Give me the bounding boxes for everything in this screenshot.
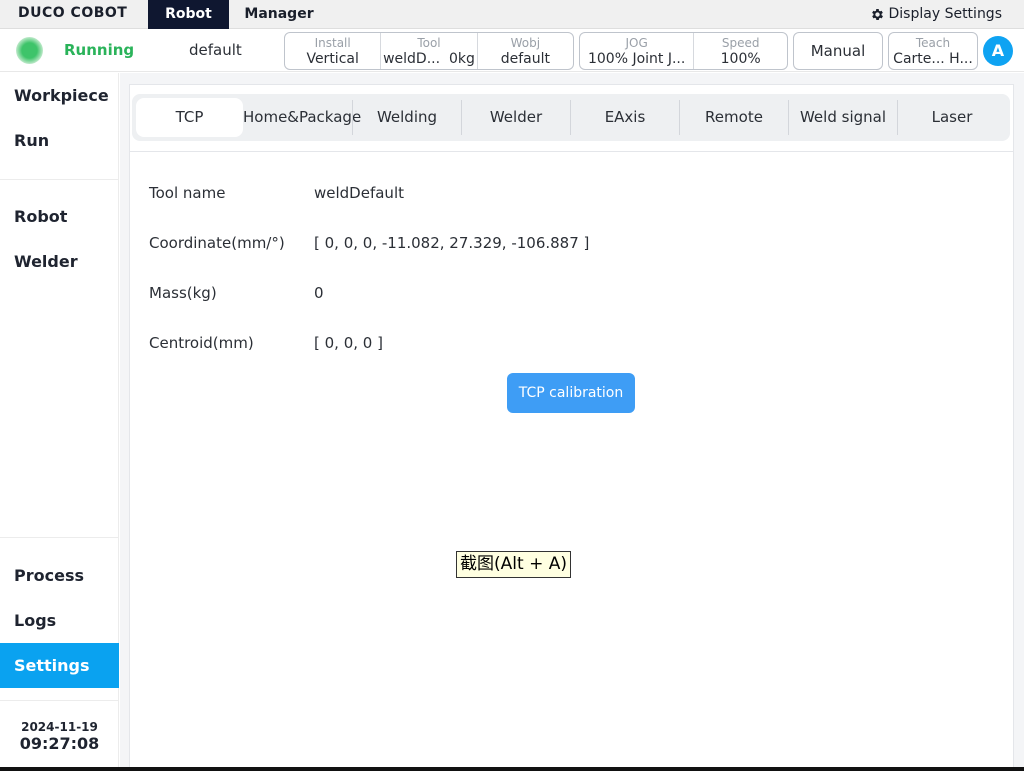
tab-welding[interactable]: Welding [353, 98, 461, 137]
tool-name-label: Tool name [149, 184, 226, 202]
jog-cell[interactable]: JOG 100% Joint J... [580, 33, 693, 69]
centroid-label: Centroid(mm) [149, 334, 254, 352]
project-name: default [189, 41, 242, 59]
tab-remote[interactable]: Remote [680, 98, 788, 137]
sidebar-item-robot[interactable]: Robot [0, 194, 119, 239]
current-date: 2024-11-19 [21, 720, 98, 734]
display-settings-button[interactable]: Display Settings [870, 6, 1002, 22]
gear-icon [871, 8, 883, 20]
current-time: 09:27:08 [19, 734, 100, 753]
sidebar-item-logs[interactable]: Logs [0, 598, 119, 643]
teach-box[interactable]: Teach Carte... H... [888, 32, 978, 70]
sidebar-item-welder[interactable]: Welder [0, 239, 119, 284]
coordinate-value: [ 0, 0, 0, -11.082, 27.329, -106.887 ] [314, 234, 590, 252]
speed-cell[interactable]: Speed 100% [693, 33, 787, 69]
tool-value: weldD... 0kg [381, 50, 476, 68]
jog-value: 100% Joint J... [587, 51, 686, 67]
status-indicator-icon [16, 37, 43, 64]
mass-value: 0 [314, 284, 324, 302]
coordinate-label: Coordinate(mm/°) [149, 234, 285, 252]
top-bar: DUCO COBOT Robot Manager Display Setting… [0, 0, 1024, 29]
tool-caption: Tool [417, 36, 441, 50]
sidebar-item-settings[interactable]: Settings [0, 643, 119, 688]
mass-label: Mass(kg) [149, 284, 217, 302]
tab-eaxis[interactable]: EAxis [571, 98, 679, 137]
tool-cell[interactable]: Tool weldD... 0kg [380, 33, 476, 69]
teach-caption: Teach [915, 36, 951, 50]
tcp-calibration-button[interactable]: TCP calibration [507, 373, 635, 413]
screenshot-tooltip: 截图(Alt + A) [456, 551, 571, 578]
sidebar-item-process[interactable]: Process [0, 553, 119, 598]
speed-value: 100% [720, 51, 761, 67]
tab-laser[interactable]: Laser [898, 98, 1006, 137]
sidebar-item-workpiece[interactable]: Workpiece [0, 73, 119, 118]
tab-bar-divider [129, 151, 1014, 152]
settings-panel [129, 84, 1014, 771]
wobj-caption: Wobj [510, 36, 541, 50]
robot-state: Running [64, 41, 135, 59]
install-caption: Install [314, 36, 351, 50]
tool-name: weldD... [383, 51, 441, 67]
mode-button[interactable]: Manual [793, 32, 883, 70]
tab-home-package[interactable]: Home&Package [243, 98, 361, 137]
tool-mass: 0kg [448, 51, 475, 67]
teach-cell[interactable]: Teach Carte... H... [889, 33, 977, 69]
speed-caption: Speed [721, 36, 760, 50]
sidebar-divider [0, 179, 119, 180]
tab-manager[interactable]: Manager [229, 0, 329, 29]
install-cell[interactable]: Install Vertical [285, 33, 380, 69]
bottom-border [0, 767, 1024, 771]
tab-welder[interactable]: Welder [462, 98, 570, 137]
sidebar-divider [0, 537, 119, 538]
sidebar-item-run[interactable]: Run [0, 118, 119, 163]
jog-speed-box[interactable]: JOG 100% Joint J... Speed 100% [579, 32, 788, 70]
wobj-cell[interactable]: Wobj default [476, 33, 573, 69]
install-tool-wobj-box[interactable]: Install Vertical Tool weldD... 0kg Wobj … [284, 32, 574, 70]
wobj-value: default [500, 51, 550, 67]
display-settings-label: Display Settings [888, 6, 1002, 22]
jog-caption: JOG [625, 36, 648, 50]
tool-name-value: weldDefault [314, 184, 404, 202]
settings-tab-bar: TCP Home&Package Welding Welder EAxis Re… [132, 94, 1010, 141]
sidebar-divider [0, 700, 119, 701]
sidebar: Workpiece Run Robot Welder Process Logs … [0, 73, 119, 771]
tab-weld-signal[interactable]: Weld signal [789, 98, 897, 137]
teach-value: Carte... H... [893, 51, 973, 67]
tab-robot[interactable]: Robot [148, 0, 229, 29]
logo: DUCO COBOT [18, 5, 128, 21]
user-avatar[interactable]: A [983, 36, 1013, 66]
status-bar: Running default Install Vertical Tool we… [0, 29, 1024, 72]
tab-tcp[interactable]: TCP [136, 98, 243, 137]
centroid-value: [ 0, 0, 0 ] [314, 334, 383, 352]
install-value: Vertical [306, 51, 359, 67]
